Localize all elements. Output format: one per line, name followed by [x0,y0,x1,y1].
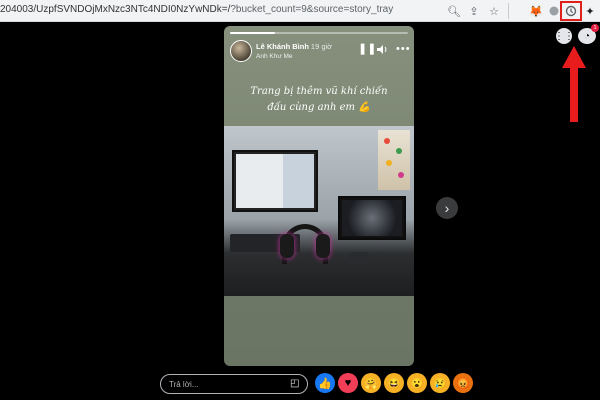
story-time: 19 giờ [310,42,333,51]
url-path: 204003/UzpfSVNDOjMxNzc3NTc4NDI0NzYwNDk=/ [0,4,231,15]
care-reaction-icon[interactable]: 🤗 [361,373,381,393]
sticker-icon[interactable]: ◰ [290,378,302,390]
menu-grid-icon[interactable]: ⋮⋮ [554,28,574,44]
laptop-screen [338,196,406,240]
avatar[interactable] [230,40,252,62]
wall-poster [378,130,410,190]
search-icon[interactable]: 🔍︎ [446,3,462,19]
reply-box: ◰ [160,374,308,394]
red-arrow-icon [562,46,586,122]
mouse [348,252,370,264]
browser-toolbar: 204003/UzpfSVNDOjMxNzc3NTc4NDI0NzYwNDk=/… [0,0,600,22]
reply-input[interactable] [169,378,287,390]
wow-reaction-icon[interactable]: 😮 [407,373,427,393]
author-name: Lê Khánh Bình [256,42,309,51]
story-subtitle: Anh Khư Me [256,53,293,60]
story-author[interactable]: Lê Khánh Bình 19 giờ [256,42,332,51]
story-progress-bar [230,32,408,34]
metamask-icon[interactable]: 🦊 [528,3,544,19]
volume-icon[interactable] [376,44,388,58]
story-caption: Trang bị thêm vũ khí chiến đấu cùng anh … [250,86,388,113]
share-icon[interactable]: ⇪ [466,3,482,19]
next-story-button[interactable]: › [436,197,458,219]
angry-reaction-icon[interactable]: 😡 [453,373,473,393]
like-reaction-icon[interactable]: 👍 [315,373,335,393]
pause-icon[interactable]: ❚❚ [358,44,376,55]
divider [508,3,524,19]
reaction-bar: 👍 ♥ 🤗 😆 😮 😢 😡 [315,373,473,393]
puzzle-icon[interactable]: ✦ [582,3,598,19]
url-query: ?bucket_count=9&source=story_tray [230,4,394,15]
headset-earcup-left [280,234,294,258]
address-bar[interactable]: 204003/UzpfSVNDOjMxNzc3NTc4NDI0NzYwNDk=/… [0,4,440,15]
desktop-monitor [232,150,318,212]
star-icon[interactable]: ☆ [486,3,502,19]
headset-earcup-right [316,234,330,258]
highlight-box [560,1,582,21]
more-options-icon[interactable]: ••• [396,44,411,55]
sad-reaction-icon[interactable]: 😢 [430,373,450,393]
story-photo [224,126,414,296]
haha-reaction-icon[interactable]: 😆 [384,373,404,393]
love-reaction-icon[interactable]: ♥ [338,373,358,393]
story-card[interactable]: Lê Khánh Bình 19 giờ Anh Khư Me ❚❚ ••• Tr… [224,26,414,366]
notification-badge: 1 [591,24,599,32]
story-progress-fill [230,32,275,34]
